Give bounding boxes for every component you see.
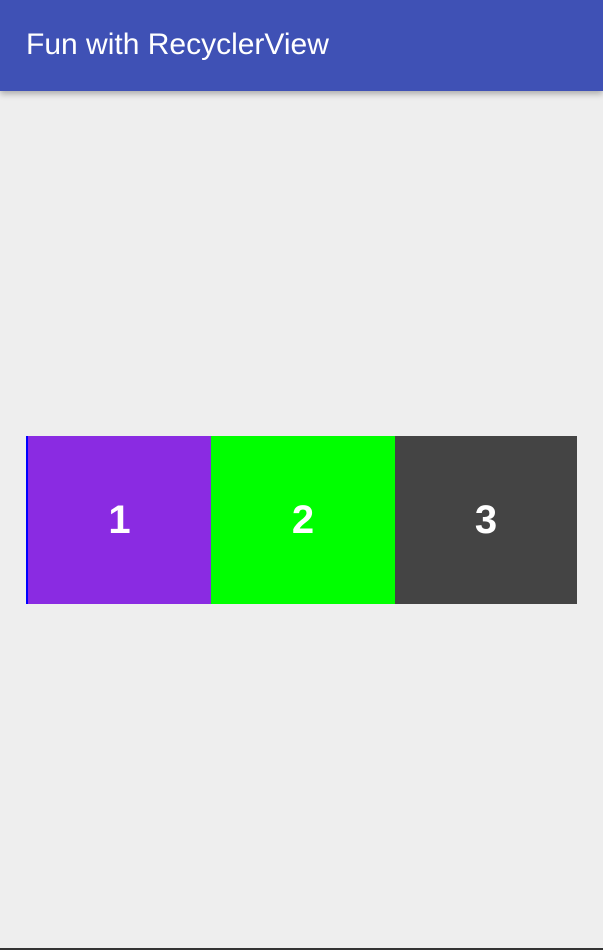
recycler-item-2[interactable]: 2 bbox=[211, 436, 395, 604]
app-bar: Fun with RecyclerView bbox=[0, 0, 603, 91]
recycler-view[interactable]: 1 2 3 bbox=[26, 436, 577, 604]
recycler-item-1[interactable]: 1 bbox=[26, 436, 211, 604]
recycler-item-label: 2 bbox=[291, 498, 315, 542]
recycler-item-label: 3 bbox=[474, 498, 498, 542]
recycler-item-3[interactable]: 3 bbox=[395, 436, 577, 604]
recycler-item-label: 1 bbox=[108, 498, 131, 542]
main-content: 1 2 3 bbox=[0, 91, 603, 948]
app-title: Fun with RecyclerView bbox=[26, 28, 329, 61]
